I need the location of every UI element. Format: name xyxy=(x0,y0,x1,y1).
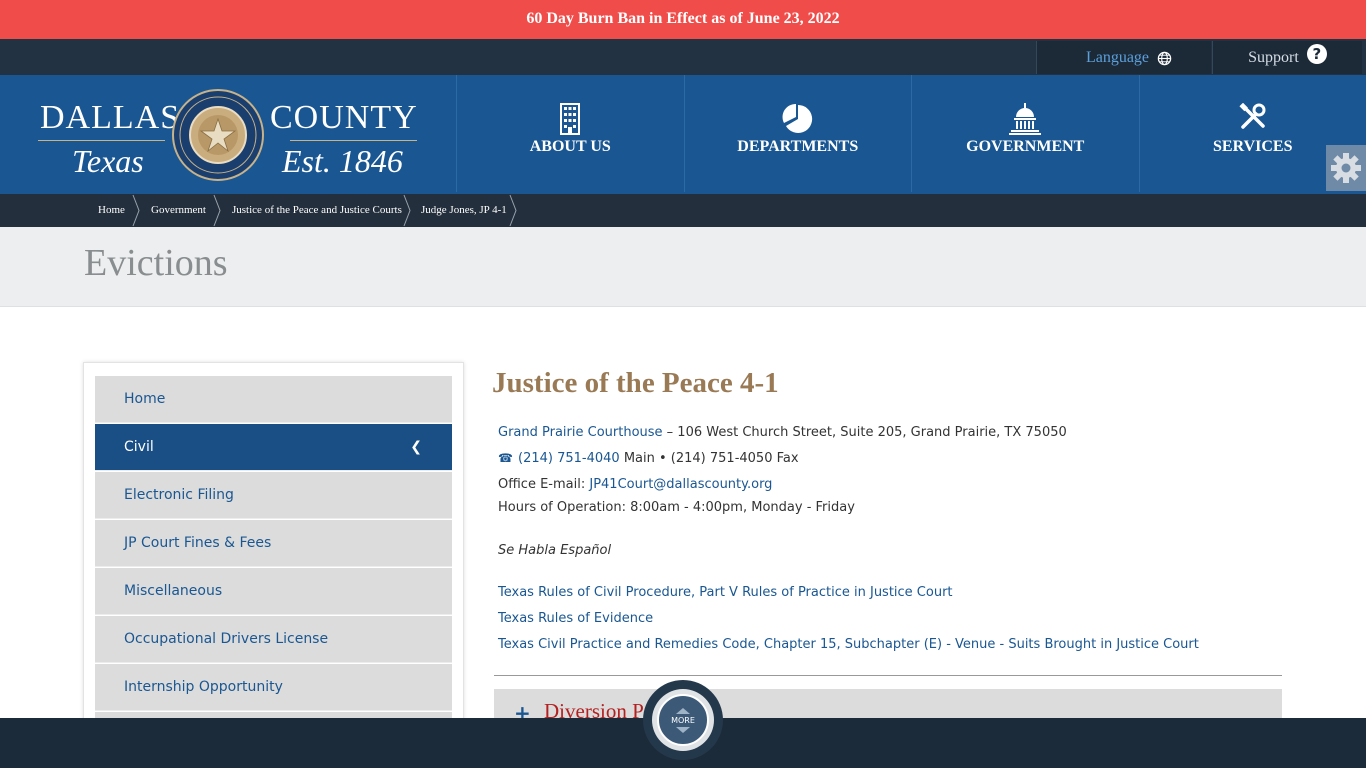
logo-divider xyxy=(290,140,417,141)
globe-icon xyxy=(1157,51,1172,66)
alert-text: 60 Day Burn Ban in Effect as of June 23,… xyxy=(526,10,840,27)
breadcrumb-government[interactable]: Government xyxy=(151,194,206,227)
chevron-up-icon xyxy=(676,707,690,714)
site-header: DALLAS COUNTY Texas Est. 1846 ABOUT US D… xyxy=(0,75,1366,194)
logo-established-text: Est. 1846 xyxy=(282,143,403,179)
sidebar-item-fines-fees[interactable]: JP Court Fines & Fees xyxy=(95,520,452,567)
tools-icon xyxy=(1239,103,1266,129)
sidebar-item-occupational-license[interactable]: Occupational Drivers License xyxy=(95,616,452,663)
sidebar-item-label: Electronic Filing xyxy=(124,487,234,503)
courthouse-link[interactable]: Grand Prairie Courthouse xyxy=(498,425,663,440)
sidebar-item-miscellaneous[interactable]: Miscellaneous xyxy=(95,568,452,615)
breadcrumb-separator-icon xyxy=(509,194,517,227)
logo-dallas-text: DALLAS xyxy=(40,99,181,136)
content-divider xyxy=(494,675,1282,676)
breadcrumb: Home Government Justice of the Peace and… xyxy=(0,194,1366,227)
gear-icon xyxy=(1331,153,1361,183)
page-title-band: Evictions xyxy=(0,227,1366,307)
hours-text: Hours of Operation: 8:00am - 4:00pm, Mon… xyxy=(498,500,855,515)
building-icon xyxy=(560,103,581,135)
page-title: Evictions xyxy=(84,242,228,284)
breadcrumb-justice-courts[interactable]: Justice of the Peace and Justice Courts xyxy=(232,194,402,227)
sidebar-item-civil[interactable]: Civil ❮ xyxy=(95,424,452,471)
breadcrumb-separator-icon xyxy=(403,194,411,227)
nav-government[interactable]: GOVERNMENT xyxy=(911,75,1139,192)
sidebar-item-electronic-filing[interactable]: Electronic Filing xyxy=(95,472,452,519)
address-line: Grand Prairie Courthouse – 106 West Chur… xyxy=(498,425,1067,440)
support-label: Support xyxy=(1248,49,1299,66)
nav-government-label: GOVERNMENT xyxy=(966,138,1085,155)
nav-departments[interactable]: DEPARTMENTS xyxy=(683,75,911,192)
sidebar-menu: Home Civil ❮ Electronic Filing JP Court F… xyxy=(83,362,464,759)
question-icon: ? xyxy=(1306,44,1327,64)
spanish-note: Se Habla Español xyxy=(498,543,612,558)
breadcrumb-separator-icon xyxy=(213,194,221,227)
nav-about-us[interactable]: ABOUT US xyxy=(456,75,684,192)
rules-of-evidence-link[interactable]: Texas Rules of Evidence xyxy=(498,611,653,626)
sidebar-item-label: Miscellaneous xyxy=(124,583,223,599)
chevron-down-icon xyxy=(676,726,690,733)
phone-suffix: Main • (214) 751-4050 Fax xyxy=(619,451,799,466)
phone-main-link[interactable]: (214) 751-4040 xyxy=(518,451,620,466)
nav-about-us-label: ABOUT US xyxy=(529,138,611,155)
logo-county-text: COUNTY xyxy=(270,99,418,136)
utility-bar: Language Support ? xyxy=(0,39,1366,75)
sidebar-item-label: Home xyxy=(124,391,166,407)
breadcrumb-home[interactable]: Home xyxy=(98,194,125,227)
dallas-county-logo[interactable]: DALLAS COUNTY Texas Est. 1846 xyxy=(38,89,418,184)
language-button[interactable]: Language xyxy=(1036,41,1211,74)
civil-procedure-link[interactable]: Texas Rules of Civil Procedure, Part V R… xyxy=(498,585,953,600)
settings-tab[interactable] xyxy=(1326,145,1366,191)
pie-chart-icon xyxy=(782,103,812,133)
alert-banner[interactable]: 60 Day Burn Ban in Effect as of June 23,… xyxy=(0,0,1366,39)
email-link[interactable]: JP41Court@dallascounty.org xyxy=(589,477,772,492)
breadcrumb-separator-icon xyxy=(132,194,140,227)
sidebar-item-internship[interactable]: Internship Opportunity xyxy=(95,664,452,711)
sidebar-item-label: Occupational Drivers License xyxy=(124,631,329,647)
email-label: Office E-mail: xyxy=(498,477,590,492)
logo-divider xyxy=(38,140,165,141)
sidebar-item-home[interactable]: Home xyxy=(95,376,452,423)
logo-texas-text: Texas xyxy=(72,143,144,179)
capitol-icon xyxy=(1009,103,1042,135)
chevron-left-icon: ❮ xyxy=(410,439,422,455)
phone-icon: ☎ xyxy=(498,451,513,465)
sidebar-item-label: JP Court Fines & Fees xyxy=(124,535,272,551)
support-button[interactable]: Support ? xyxy=(1212,41,1362,74)
address-text: – 106 West Church Street, Suite 205, Gra… xyxy=(662,425,1067,440)
email-line: Office E-mail: JP41Court@dallascounty.or… xyxy=(498,477,772,492)
language-label: Language xyxy=(1085,49,1150,66)
remedies-code-link[interactable]: Texas Civil Practice and Remedies Code, … xyxy=(498,637,1199,652)
court-heading: Justice of the Peace 4-1 xyxy=(492,367,779,399)
phone-line: ☎ (214) 751-4040 Main • (214) 751-4050 Fa… xyxy=(498,451,799,466)
more-button[interactable]: MORE xyxy=(643,680,723,760)
breadcrumb-judge-jones[interactable]: Judge Jones, JP 4-1 xyxy=(421,194,507,227)
sidebar-item-label: Civil xyxy=(124,439,154,455)
more-label: MORE xyxy=(671,715,695,725)
main-navigation: ABOUT US DEPARTMENTS GOVERNMENT SERVICES xyxy=(456,75,1366,192)
county-seal-icon xyxy=(172,89,264,181)
sidebar-item-label: Internship Opportunity xyxy=(124,679,283,695)
nav-departments-label: DEPARTMENTS xyxy=(737,138,859,155)
